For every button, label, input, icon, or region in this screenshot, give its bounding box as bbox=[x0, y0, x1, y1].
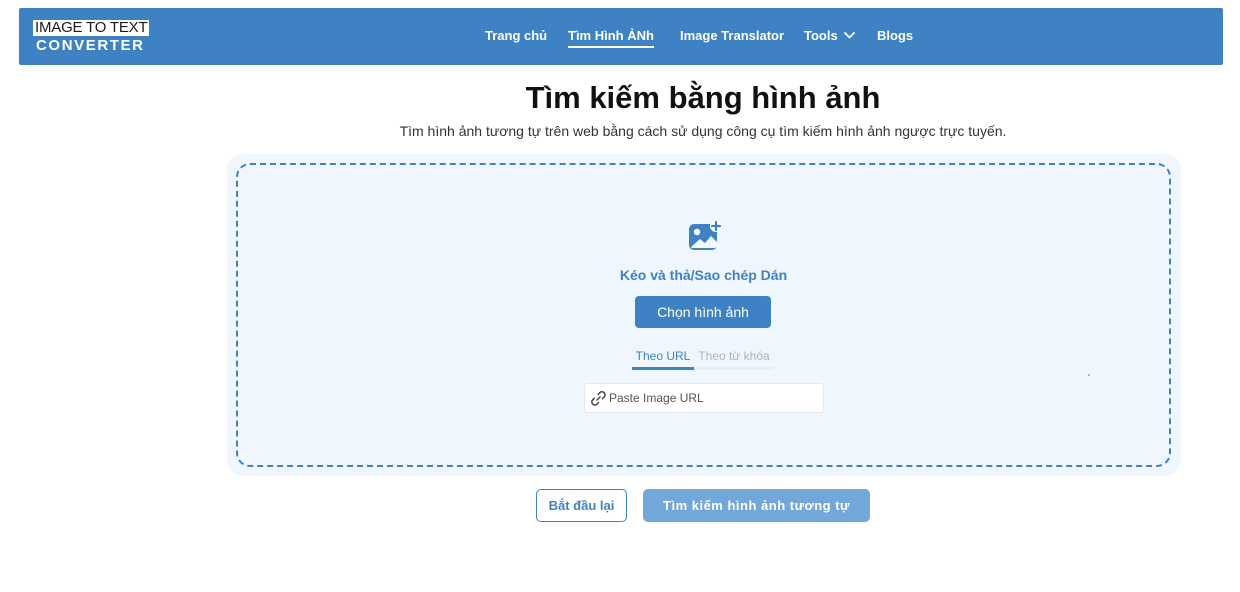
upload-panel: Kéo và thả/Sao chép Dán Chọn hình ảnh Th… bbox=[227, 154, 1181, 476]
nav-item-label: Tools bbox=[804, 28, 838, 43]
nav-item-label: Tìm Hình ẢNh bbox=[568, 28, 654, 43]
top-navbar: IMAGE TO TEXT CONVERTER Trang chủ Tìm Hì… bbox=[19, 8, 1223, 65]
page-title: Tìm kiếm bằng hình ảnh bbox=[525, 80, 881, 115]
tab-by-keyword[interactable]: Theo từ khóa bbox=[694, 348, 774, 370]
page-subtitle: Tìm hình ảnh tương tự trên web bằng cách… bbox=[399, 123, 1007, 139]
url-field bbox=[584, 383, 824, 413]
nav-item-home[interactable]: Trang chủ bbox=[485, 28, 547, 44]
nav-item-label: Image Translator bbox=[680, 28, 785, 43]
link-icon bbox=[591, 391, 606, 406]
add-image-icon bbox=[689, 220, 722, 250]
image-url-input[interactable] bbox=[609, 384, 819, 412]
input-mode-tabs: Theo URL Theo từ khóa bbox=[632, 348, 774, 370]
nav-item-image-translator[interactable]: Image Translator bbox=[680, 28, 784, 44]
chevron-down-icon bbox=[843, 31, 855, 38]
decorative-dot bbox=[1088, 374, 1090, 376]
search-similar-images-button[interactable]: Tìm kiếm hình ảnh tương tự bbox=[643, 489, 870, 522]
nav-item-label: Blogs bbox=[877, 28, 914, 43]
nav-item-label: Trang chủ bbox=[485, 28, 548, 43]
nav-item-blogs[interactable]: Blogs bbox=[877, 28, 913, 44]
nav-item-tools[interactable]: Tools bbox=[804, 28, 855, 44]
drop-label: Kéo và thả/Sao chép Dán bbox=[619, 267, 788, 283]
nav-item-image-search[interactable]: Tìm Hình ẢNh bbox=[568, 28, 654, 48]
main-nav: Trang chủ Tìm Hình ẢNh Image Translator … bbox=[19, 8, 1223, 65]
tab-by-url[interactable]: Theo URL bbox=[632, 348, 694, 370]
image-dropzone[interactable]: Kéo và thả/Sao chép Dán Chọn hình ảnh Th… bbox=[236, 163, 1171, 467]
restart-button[interactable]: Bắt đầu lại bbox=[536, 489, 627, 522]
choose-image-button[interactable]: Chọn hình ảnh bbox=[635, 296, 771, 328]
